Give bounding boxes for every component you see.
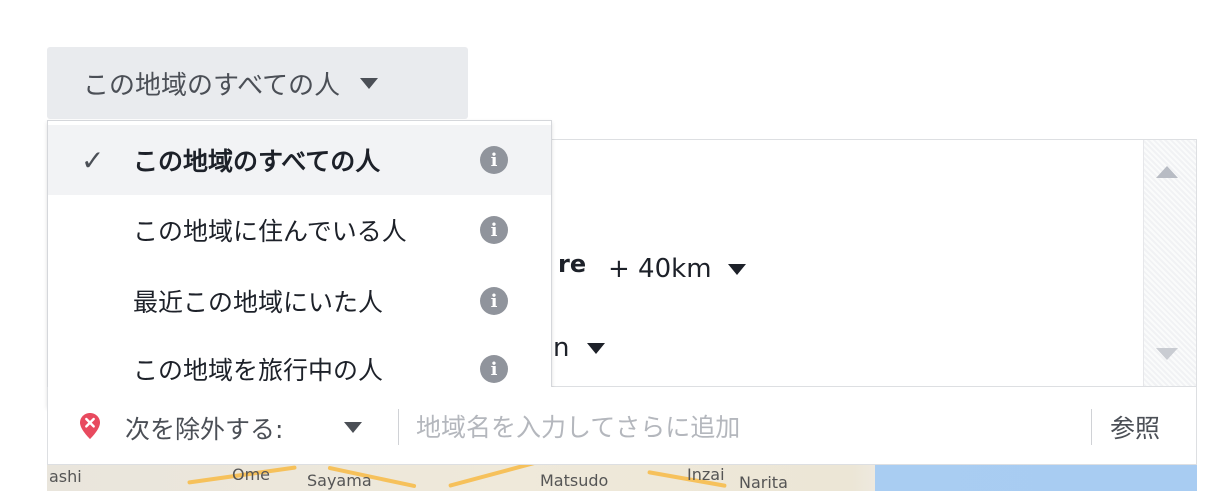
caret-down-icon (360, 77, 379, 89)
browse-link[interactable]: 参照 (1110, 409, 1160, 445)
audience-dropdown-label: この地域のすべての人 (83, 70, 341, 101)
radius-dropdown[interactable]: + 40km (608, 254, 746, 284)
info-icon[interactable]: i (480, 216, 508, 244)
menu-item-everyone[interactable]: ✓ この地域のすべての人 i (48, 125, 551, 195)
scroll-up-arrow-icon[interactable] (1156, 166, 1178, 178)
menu-item-label: この地域を旅行中の人 (133, 356, 384, 385)
map-label: Inzai (687, 465, 725, 484)
location-search-input[interactable] (414, 404, 1068, 450)
map-label: Sayama (307, 471, 372, 490)
info-icon[interactable]: i (480, 146, 508, 174)
exclude-locations-row: 次を除外する: 参照 (47, 387, 1197, 465)
info-icon[interactable]: i (480, 287, 508, 315)
caret-down-icon[interactable] (344, 422, 362, 433)
audience-dropdown-button[interactable]: この地域のすべての人 (47, 47, 468, 119)
map-label: Ome (232, 465, 271, 484)
caret-down-icon (727, 263, 746, 275)
scrollbar[interactable] (1143, 140, 1196, 386)
checkmark-icon: ✓ (81, 143, 105, 177)
divider (1091, 409, 1092, 445)
radius-value: + 40km (608, 254, 712, 284)
caret-down-icon (587, 342, 606, 354)
menu-item-living-here[interactable]: この地域に住んでいる人 i (48, 195, 551, 265)
unit-fragment: n (553, 333, 570, 363)
map-label: Matsudo (540, 471, 609, 490)
map-label: Narita (739, 473, 788, 491)
info-icon[interactable]: i (480, 355, 508, 383)
map-label: ashi (49, 467, 82, 486)
unit-dropdown[interactable]: n (553, 333, 606, 363)
divider (398, 409, 399, 445)
menu-item-recently-here[interactable]: 最近この地域にいた人 i (48, 266, 551, 336)
exclude-pin-icon (80, 413, 100, 439)
location-name-fragment: re (558, 250, 587, 278)
menu-item-label: 最近この地域にいた人 (133, 288, 384, 317)
map[interactable]: ashi Ome Sayama Matsudo Inzai Narita (47, 465, 1197, 491)
menu-item-label: この地域に住んでいる人 (133, 217, 407, 246)
menu-item-label: この地域のすべての人 (133, 147, 381, 176)
scroll-down-arrow-icon[interactable] (1156, 348, 1178, 360)
exclude-dropdown-label[interactable]: 次を除外する: (125, 410, 283, 446)
audience-dropdown-menu: ✓ この地域のすべての人 i この地域に住んでいる人 i 最近この地域にいた人 … (47, 120, 552, 407)
